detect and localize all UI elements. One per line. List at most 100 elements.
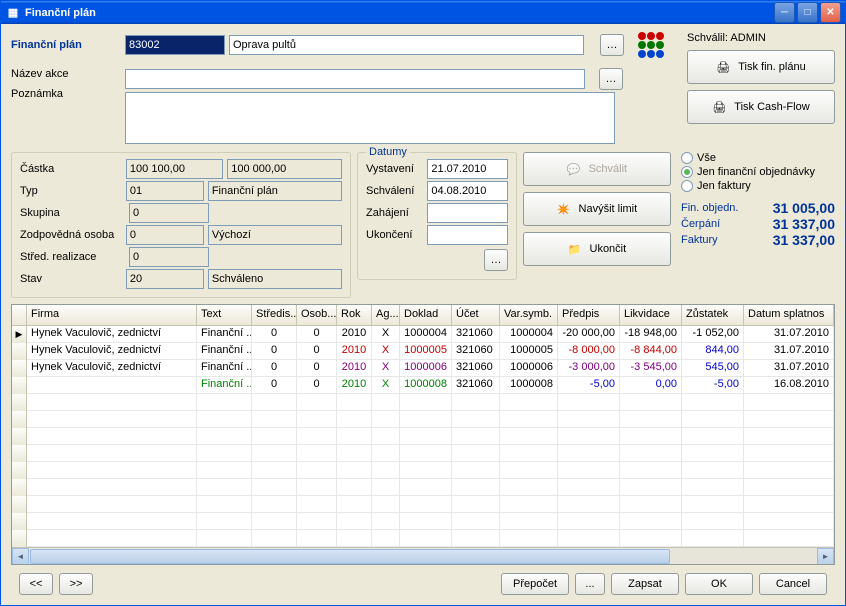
- poznamka-textarea[interactable]: [125, 92, 615, 144]
- vystaveni-label: Vystavení: [366, 163, 423, 175]
- zahajeni-label: Zahájení: [366, 207, 423, 219]
- ukoncit-button[interactable]: 📁Ukončit: [523, 232, 671, 266]
- row-marker: [12, 496, 27, 513]
- grid-header[interactable]: Rok: [337, 305, 372, 325]
- print-cashflow-button[interactable]: 🖨Tisk Cash-Flow: [687, 90, 835, 124]
- typ-code-field: 01: [126, 181, 204, 201]
- grid-header[interactable]: Předpis: [558, 305, 620, 325]
- plan-lookup-button[interactable]: …: [600, 34, 624, 56]
- table-row[interactable]: [12, 411, 834, 428]
- vystaveni-input[interactable]: 21.07.2010: [427, 159, 508, 179]
- scroll-left-button[interactable]: ◄: [12, 548, 29, 565]
- plan-code-input[interactable]: 83002: [125, 35, 225, 55]
- plan-name-input[interactable]: Oprava pultů: [229, 35, 584, 55]
- zodp-label: Zodpovědná osoba: [20, 229, 122, 241]
- table-row[interactable]: [12, 462, 834, 479]
- row-marker: [12, 394, 27, 411]
- app-icon: ▦: [5, 5, 21, 21]
- print-plan-button[interactable]: 🖨Tisk fin. plánu: [687, 50, 835, 84]
- filter-objednavky-radio[interactable]: Jen finanční objednávky: [681, 166, 835, 178]
- scroll-thumb[interactable]: [30, 549, 670, 564]
- grid-header[interactable]: Osob...: [297, 305, 337, 325]
- row-marker: [12, 377, 27, 394]
- dates-group-title: Datumy: [366, 146, 410, 158]
- table-row[interactable]: ▶Hynek Vaculovič, zednictvíFinanční ...0…: [12, 326, 834, 343]
- titlebar: ▦ Finanční plán ─ □ ✕: [1, 1, 845, 24]
- grid-scrollbar[interactable]: ◄ ►: [12, 547, 834, 564]
- close-button[interactable]: ✕: [820, 2, 841, 23]
- skupina-field: 0: [129, 203, 209, 223]
- schvaleni-input[interactable]: 04.08.2010: [427, 181, 508, 201]
- table-row[interactable]: [12, 428, 834, 445]
- table-row[interactable]: Hynek Vaculovič, zednictvíFinanční ...00…: [12, 360, 834, 377]
- ukonceni-input[interactable]: [427, 225, 508, 245]
- table-row[interactable]: [12, 513, 834, 530]
- plan-label: Finanční plán: [11, 39, 121, 51]
- row-marker: [12, 411, 27, 428]
- ok-button[interactable]: OK: [685, 573, 753, 595]
- row-marker: [12, 445, 27, 462]
- data-grid[interactable]: FirmaTextStředis...Osob...RokAg...Doklad…: [11, 304, 835, 565]
- scroll-right-button[interactable]: ►: [817, 548, 834, 565]
- zodp-code-field: 0: [126, 225, 204, 245]
- stav-code-field: 20: [126, 269, 204, 289]
- grid-header[interactable]: Účet: [452, 305, 500, 325]
- stred-label: Střed. realizace: [20, 251, 125, 263]
- table-row[interactable]: [12, 530, 834, 547]
- increase-icon: ✴️: [557, 203, 571, 216]
- sum-obj-value: 31 005,00: [755, 200, 835, 216]
- table-row[interactable]: Hynek Vaculovič, zednictvíFinanční ...00…: [12, 343, 834, 360]
- grid-header[interactable]: Ag...: [372, 305, 400, 325]
- stav-name-field: Schváleno: [208, 269, 342, 289]
- row-marker: ▶: [12, 326, 27, 343]
- cancel-button[interactable]: Cancel: [759, 573, 827, 595]
- next-button[interactable]: >>: [59, 573, 93, 595]
- row-marker: [12, 360, 27, 377]
- schvalit-button[interactable]: 💬Schválit: [523, 152, 671, 186]
- color-legend-icon: [638, 32, 668, 58]
- maximize-button[interactable]: □: [797, 2, 818, 23]
- prepocet-button[interactable]: Přepočet: [501, 573, 569, 595]
- nazev-akce-input[interactable]: [125, 69, 585, 89]
- zapsat-button[interactable]: Zapsat: [611, 573, 679, 595]
- filter-vse-radio[interactable]: Vše: [681, 152, 835, 164]
- prev-button[interactable]: <<: [19, 573, 53, 595]
- row-marker: [12, 530, 27, 547]
- grid-header[interactable]: Var.symb.: [500, 305, 558, 325]
- minimize-button[interactable]: ─: [774, 2, 795, 23]
- grid-header[interactable]: Text: [197, 305, 252, 325]
- castka-label: Částka: [20, 163, 122, 175]
- castka1-field: 100 100,00: [126, 159, 223, 179]
- stred-field: 0: [129, 247, 209, 267]
- navysit-button[interactable]: ✴️Navýšit limit: [523, 192, 671, 226]
- dates-more-button[interactable]: …: [484, 249, 508, 271]
- printer-icon: 🖨: [716, 61, 730, 74]
- zahajeni-input[interactable]: [427, 203, 508, 223]
- grid-header[interactable]: Datum splatnos: [744, 305, 834, 325]
- grid-header[interactable]: Středis...: [252, 305, 297, 325]
- ukonceni-label: Ukončení: [366, 229, 423, 241]
- table-row[interactable]: Finanční ...002010X10000083210601000008-…: [12, 377, 834, 394]
- nazev-akce-label: Název akce: [11, 68, 121, 80]
- castka2-field: 100 000,00: [227, 159, 342, 179]
- folder-icon: 📁: [568, 243, 582, 256]
- grid-header[interactable]: Zůstatek: [682, 305, 744, 325]
- filter-faktury-radio[interactable]: Jen faktury: [681, 180, 835, 192]
- nazev-lookup-button[interactable]: …: [599, 68, 623, 90]
- stav-label: Stav: [20, 273, 122, 285]
- sum-cerp-label: Čerpání: [681, 218, 751, 230]
- table-row[interactable]: [12, 445, 834, 462]
- row-marker: [12, 479, 27, 496]
- grid-header[interactable]: Likvidace: [620, 305, 682, 325]
- row-marker: [12, 513, 27, 530]
- zodp-name-field: Výchozí: [208, 225, 342, 245]
- sum-cerp-value: 31 337,00: [755, 216, 835, 232]
- grid-header[interactable]: Firma: [27, 305, 197, 325]
- more-button[interactable]: ...: [575, 573, 605, 595]
- grid-header[interactable]: Doklad: [400, 305, 452, 325]
- table-row[interactable]: [12, 479, 834, 496]
- table-row[interactable]: [12, 496, 834, 513]
- table-row[interactable]: [12, 394, 834, 411]
- sum-fakt-value: 31 337,00: [755, 232, 835, 248]
- row-marker: [12, 428, 27, 445]
